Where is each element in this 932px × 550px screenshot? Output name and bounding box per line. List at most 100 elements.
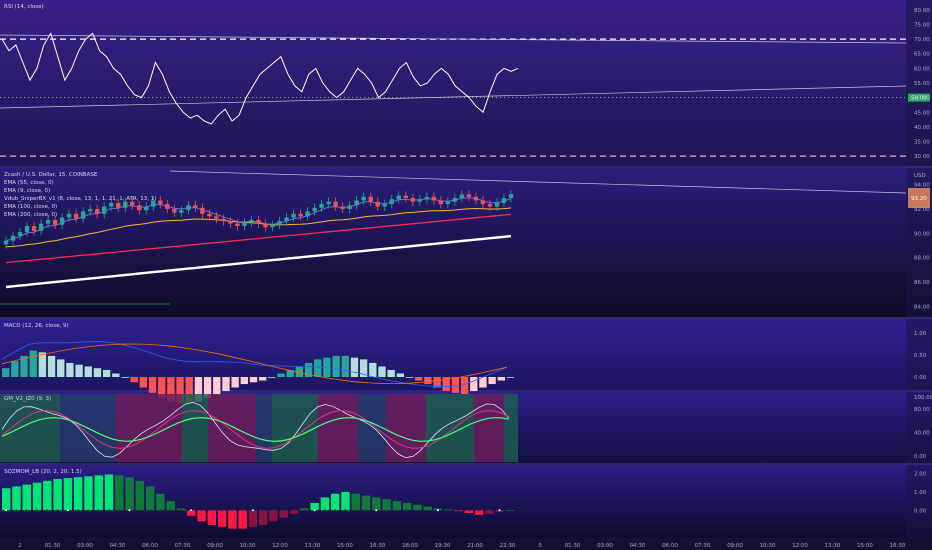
candle[interactable] <box>52 219 58 225</box>
candle[interactable] <box>10 235 16 241</box>
candle[interactable] <box>501 198 507 203</box>
candle[interactable] <box>179 210 184 213</box>
candle[interactable] <box>312 207 317 212</box>
rsi-pane[interactable] <box>0 0 932 166</box>
candle[interactable] <box>242 222 247 227</box>
candle[interactable] <box>368 196 373 202</box>
candle[interactable] <box>165 204 170 209</box>
candle[interactable] <box>326 201 331 205</box>
gm-tick: 40.00 <box>914 430 930 436</box>
candle[interactable] <box>263 223 268 228</box>
gm-band <box>504 394 518 462</box>
candle[interactable] <box>473 196 479 201</box>
candle[interactable] <box>291 213 296 218</box>
sqz-dot <box>15 509 18 512</box>
legend-ema9[interactable]: EMA (9, close, 0) <box>4 188 50 194</box>
candle[interactable] <box>354 200 359 206</box>
time-label: 18:00 <box>402 543 418 549</box>
legend-ema200[interactable]: EMA (200, close, 0) <box>4 212 57 218</box>
candle[interactable] <box>45 219 51 224</box>
price-pane[interactable] <box>0 168 932 317</box>
candle[interactable] <box>94 208 100 214</box>
candle[interactable] <box>452 198 458 202</box>
candle[interactable] <box>59 217 65 225</box>
candle[interactable] <box>466 194 472 197</box>
candle[interactable] <box>417 199 423 202</box>
candle[interactable] <box>80 211 86 219</box>
candle[interactable] <box>207 213 212 217</box>
legend-ema100[interactable]: EMA (100, close, 0) <box>4 204 57 210</box>
candle[interactable] <box>17 232 23 236</box>
candle[interactable] <box>480 200 486 205</box>
candle[interactable] <box>382 204 387 207</box>
candle[interactable] <box>375 201 380 207</box>
candle[interactable] <box>214 216 219 219</box>
sqz-bar <box>382 499 391 511</box>
candle[interactable] <box>305 211 310 217</box>
candle[interactable] <box>508 194 514 199</box>
candle[interactable] <box>487 204 493 207</box>
macd-title[interactable]: MACD (12, 26, close, 9) <box>4 323 69 329</box>
legend-sniper[interactable]: Vdub_SniperBX_v1 (8, close, 13, 1, 1, 21… <box>4 196 156 202</box>
sqz-bar <box>310 502 319 511</box>
gm-title[interactable]: GM_V2_IZ0 (9, 3) <box>4 396 51 402</box>
candle[interactable] <box>403 195 408 199</box>
candle[interactable] <box>431 196 437 201</box>
trading-chart[interactable]: 50.00 RSI (14, close) 93.20 Zcash / U.S.… <box>0 0 932 550</box>
candle[interactable] <box>31 226 37 231</box>
candle[interactable] <box>158 200 163 205</box>
candle[interactable] <box>144 206 149 211</box>
macd-hist-bar <box>405 377 414 378</box>
candle[interactable] <box>333 201 338 207</box>
candle[interactable] <box>494 202 500 207</box>
price-title[interactable]: Zcash / U.S. Dollar, 15, COINBASE <box>4 172 98 178</box>
candle[interactable] <box>193 205 198 208</box>
time-label: 07:30 <box>695 543 711 549</box>
candle[interactable] <box>424 196 430 200</box>
candle[interactable] <box>347 205 352 209</box>
time-label: 15:00 <box>857 543 873 549</box>
candle[interactable] <box>66 213 72 218</box>
candle[interactable] <box>256 219 261 224</box>
candle[interactable] <box>389 199 394 205</box>
candle[interactable] <box>235 223 240 227</box>
time-label: 15:00 <box>337 543 353 549</box>
candle[interactable] <box>137 205 142 211</box>
candle[interactable] <box>87 208 93 212</box>
macd-hist-bar <box>231 377 239 388</box>
candle[interactable] <box>172 208 177 213</box>
sqz-dot <box>508 509 511 512</box>
time-label: 10:30 <box>240 543 256 549</box>
sqz-title[interactable]: SQZMOM_LB (20, 2, 20, 1.5) <box>4 469 82 475</box>
candle[interactable] <box>438 200 444 205</box>
candle[interactable] <box>101 206 107 214</box>
candle[interactable] <box>361 196 366 201</box>
candle[interactable] <box>270 224 275 228</box>
candle[interactable] <box>284 217 289 222</box>
candle[interactable] <box>186 205 191 211</box>
candle[interactable] <box>109 202 114 207</box>
candle[interactable] <box>38 223 44 231</box>
candle[interactable] <box>228 221 233 224</box>
candle[interactable] <box>221 218 226 222</box>
candle[interactable] <box>319 204 324 208</box>
candle[interactable] <box>3 240 9 245</box>
price-tick: 92.00 <box>914 207 930 213</box>
price-tick: 88.00 <box>914 256 930 262</box>
rsi-title[interactable]: RSI (14, close) <box>4 4 44 10</box>
candle[interactable] <box>445 201 451 205</box>
candle[interactable] <box>73 213 79 219</box>
candle[interactable] <box>396 195 401 200</box>
candle[interactable] <box>249 219 254 223</box>
candle[interactable] <box>123 201 128 208</box>
candle[interactable] <box>459 194 465 199</box>
candle[interactable] <box>24 226 30 233</box>
candle[interactable] <box>410 198 415 202</box>
candle[interactable] <box>298 213 303 217</box>
candle[interactable] <box>130 201 135 206</box>
candle[interactable] <box>277 221 282 225</box>
candle[interactable] <box>340 206 345 209</box>
candle[interactable] <box>116 202 121 208</box>
legend-ema55[interactable]: EMA (55, close, 0) <box>4 180 54 186</box>
candle[interactable] <box>200 207 205 214</box>
